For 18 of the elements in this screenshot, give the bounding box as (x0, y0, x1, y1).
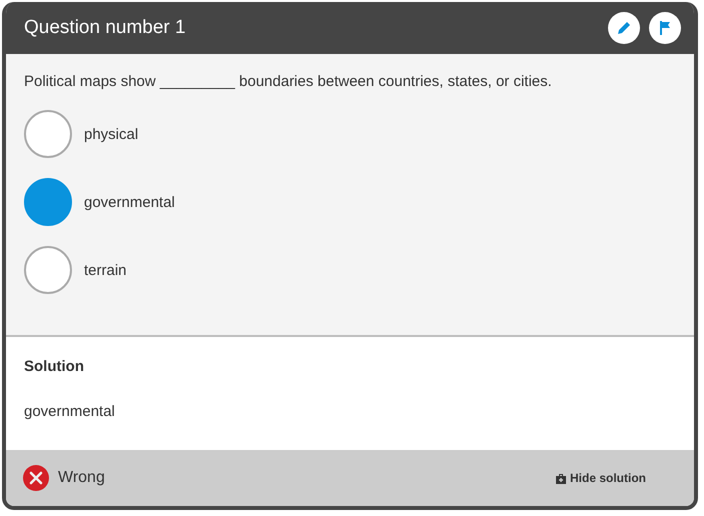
edit-button[interactable] (608, 12, 640, 44)
radio-button[interactable] (24, 110, 72, 158)
solution-heading: Solution (24, 357, 85, 375)
question-title: Question number 1 (24, 17, 186, 39)
flag-button[interactable] (649, 12, 681, 44)
question-text: Political maps show _________ boundaries between countries, states, or cities. (24, 73, 553, 90)
result-label: Wrong (58, 469, 105, 487)
option-label: governmental (84, 194, 175, 210)
option-label: terrain (84, 262, 127, 278)
error-icon (22, 464, 50, 492)
hide-solution-button[interactable]: Hide solution (551, 467, 650, 489)
first-aid-kit-icon (555, 472, 567, 484)
flag-icon (658, 20, 672, 36)
pencil-icon (616, 20, 632, 36)
radio-button[interactable] (24, 178, 72, 226)
solution-answer: governmental (24, 403, 116, 420)
option-label: physical (84, 126, 138, 142)
radio-button[interactable] (24, 246, 72, 294)
